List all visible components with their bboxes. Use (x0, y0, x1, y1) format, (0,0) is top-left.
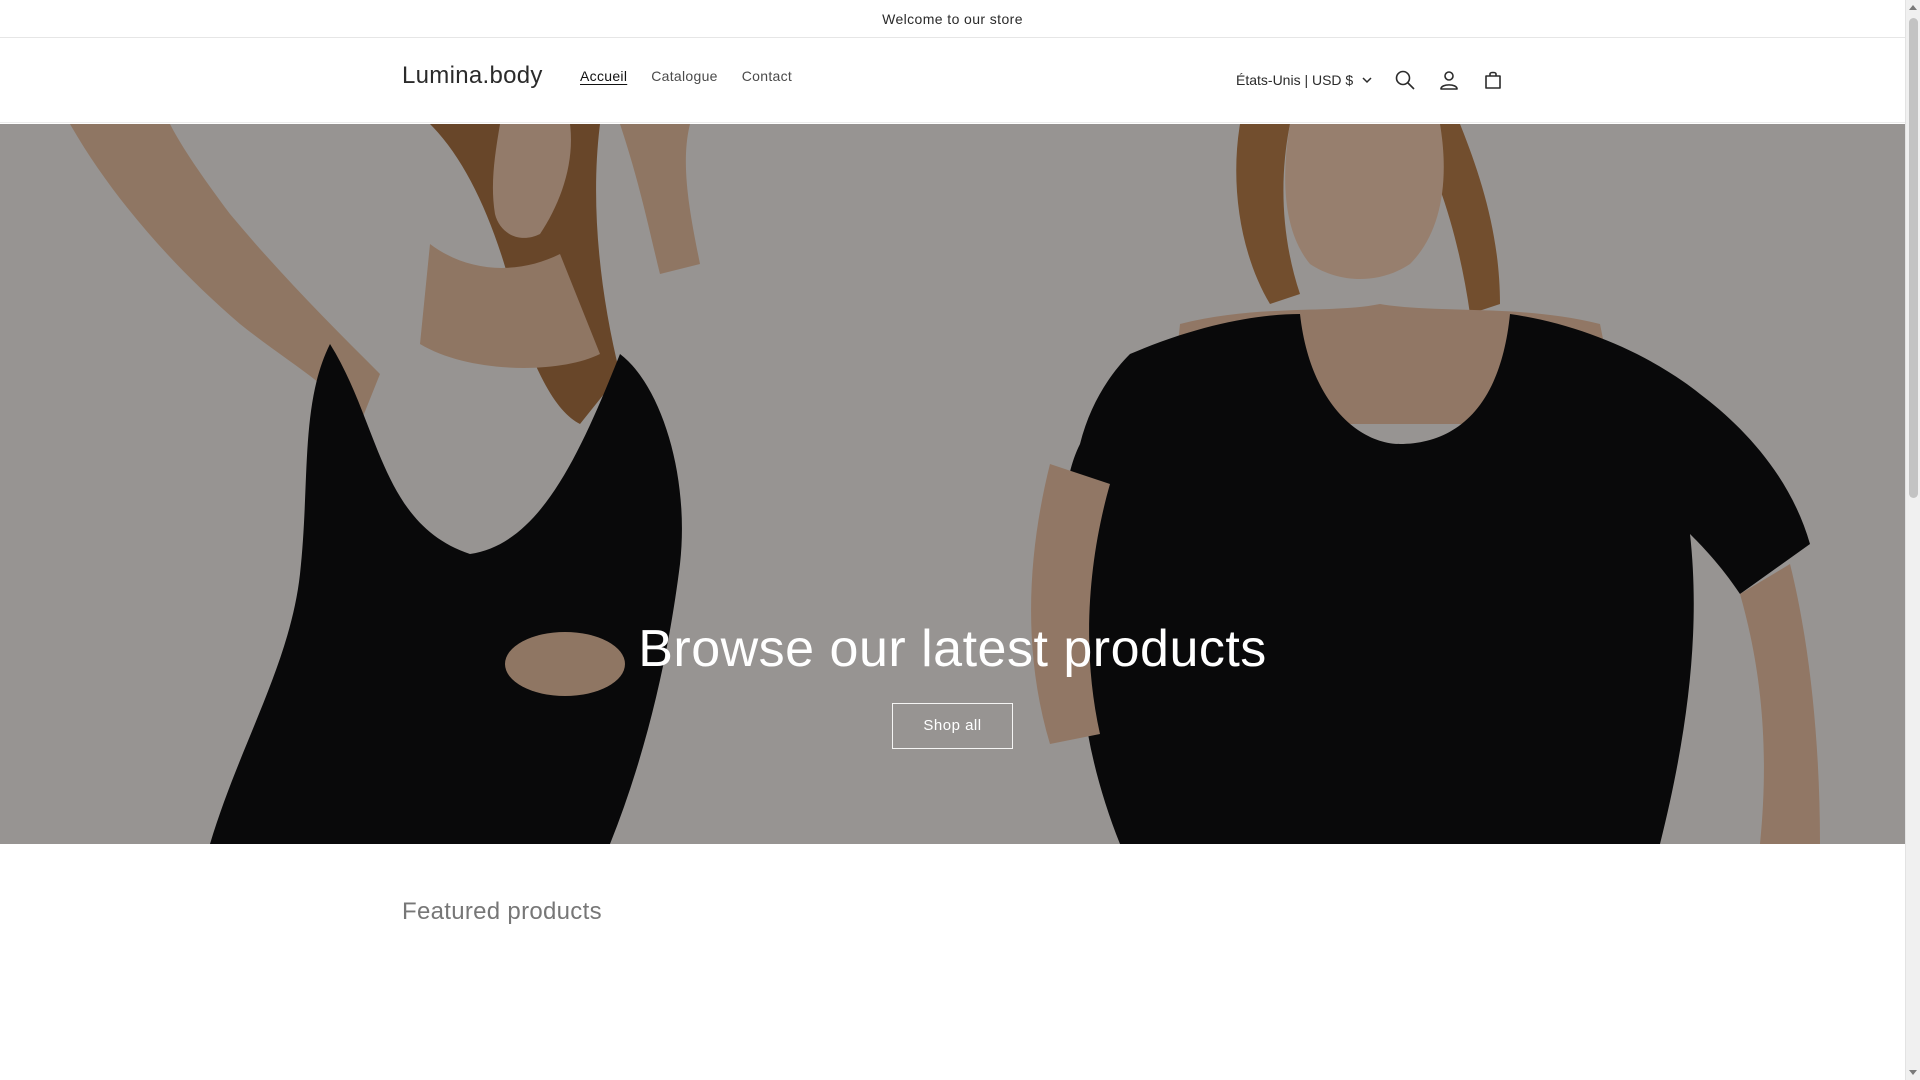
announcement-text: Welcome to our store (882, 10, 1023, 27)
page-scrollbar[interactable] (1905, 0, 1920, 1080)
announcement-bar: Welcome to our store (0, 0, 1905, 38)
site-header: Lumina.body Accueil Catalogue Contact Ét… (0, 38, 1905, 123)
cart-icon (1485, 71, 1502, 89)
search-button[interactable] (1383, 58, 1427, 102)
shop-all-button[interactable]: Shop all (892, 703, 1013, 749)
account-icon (1440, 71, 1459, 90)
account-button[interactable] (1427, 58, 1471, 102)
hero-title: Browse our latest products (638, 620, 1267, 678)
search-icon (1395, 70, 1415, 90)
hero-content: Browse our latest products Shop all (0, 619, 1905, 749)
scrollbar-thumb[interactable] (1909, 18, 1918, 498)
hero-banner: Browse our latest products Shop all (0, 124, 1905, 844)
nav-item-contact[interactable]: Contact (730, 68, 804, 84)
nav-item-catalogue[interactable]: Catalogue (639, 68, 730, 84)
header-tools: États-Unis | USD $ (1226, 58, 1515, 102)
chevron-down-icon (1362, 77, 1372, 84)
cart-button[interactable] (1471, 58, 1515, 102)
nav-item-accueil[interactable]: Accueil (568, 68, 639, 84)
country-currency-label: États-Unis | USD $ (1236, 72, 1354, 88)
country-currency-selector[interactable]: États-Unis | USD $ (1226, 64, 1383, 96)
page: Welcome to our store Lumina.body Accueil… (0, 0, 1905, 1080)
main-nav: Accueil Catalogue Contact (568, 68, 804, 84)
store-logo[interactable]: Lumina.body (402, 62, 543, 90)
scroll-up-icon[interactable] (1909, 5, 1917, 10)
scroll-down-icon[interactable] (1909, 1070, 1917, 1075)
featured-products-heading: Featured products (402, 898, 602, 925)
